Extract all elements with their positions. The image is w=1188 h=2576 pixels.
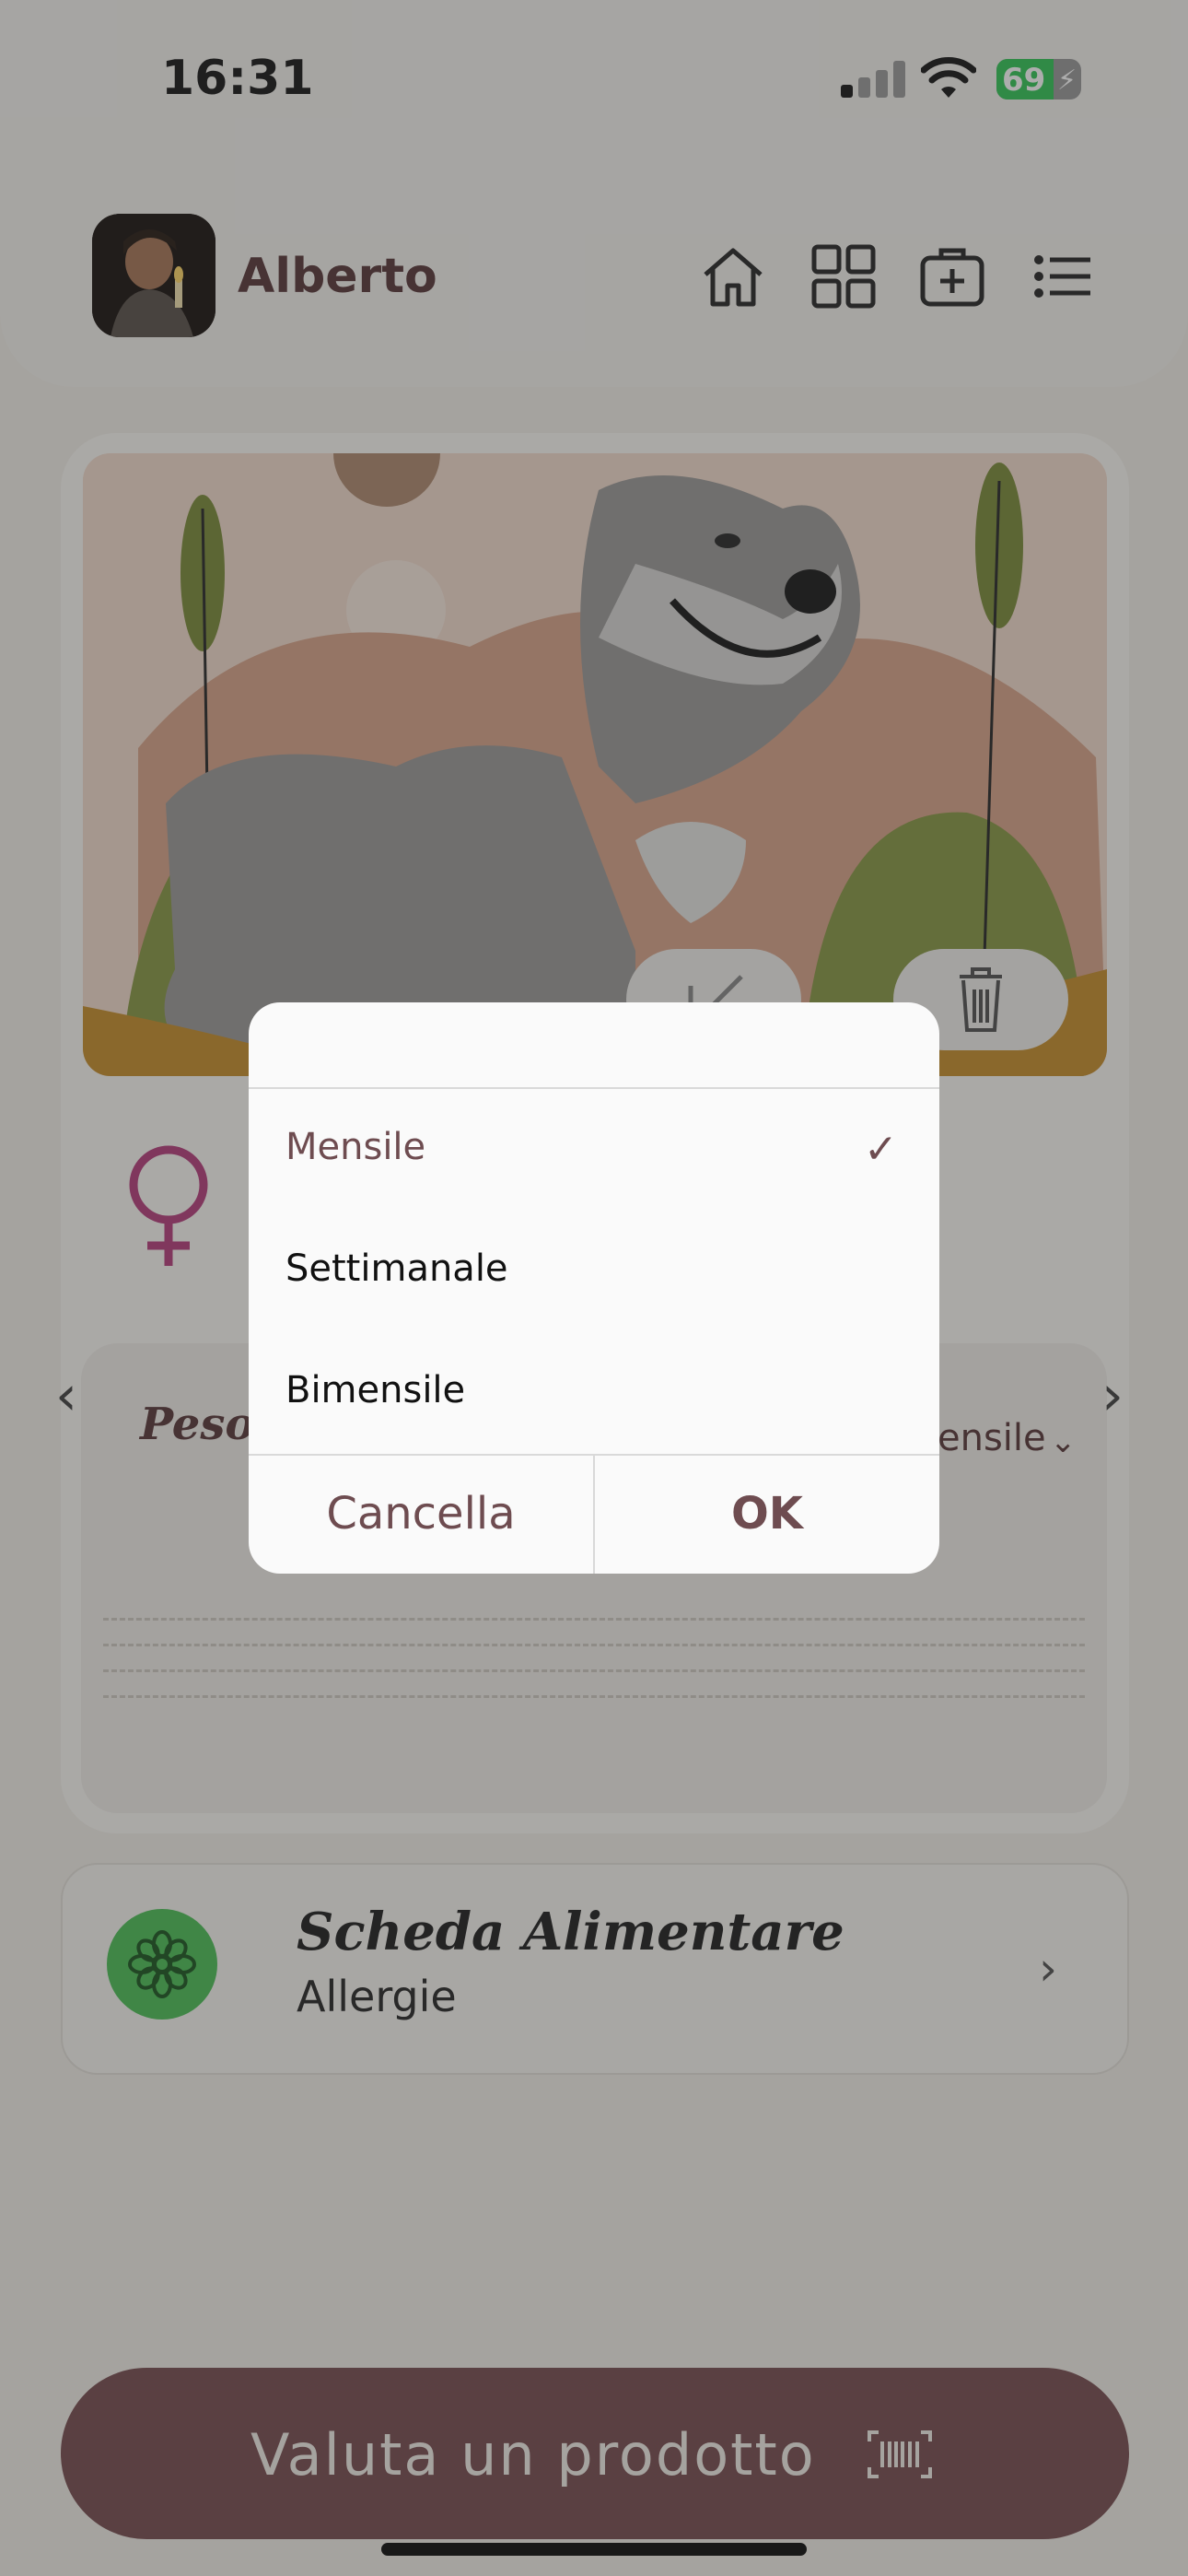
- app-screen: 16:31 69 ⚡ Alberto Peso ensile ⌄ ‹ › Sch…: [0, 0, 1188, 2576]
- ok-button[interactable]: OK: [595, 1454, 939, 1574]
- period-picker-dialog: Mensile ✓ Settimanale Bimensile Cancella…: [249, 1002, 939, 1574]
- cancel-button[interactable]: Cancella: [249, 1454, 593, 1574]
- checkmark-icon: ✓: [864, 1126, 898, 1173]
- option-monthly[interactable]: Mensile: [285, 1126, 425, 1168]
- option-weekly[interactable]: Settimanale: [285, 1247, 508, 1290]
- dialog-divider: [249, 1087, 939, 1089]
- option-bimonthly[interactable]: Bimensile: [285, 1369, 465, 1411]
